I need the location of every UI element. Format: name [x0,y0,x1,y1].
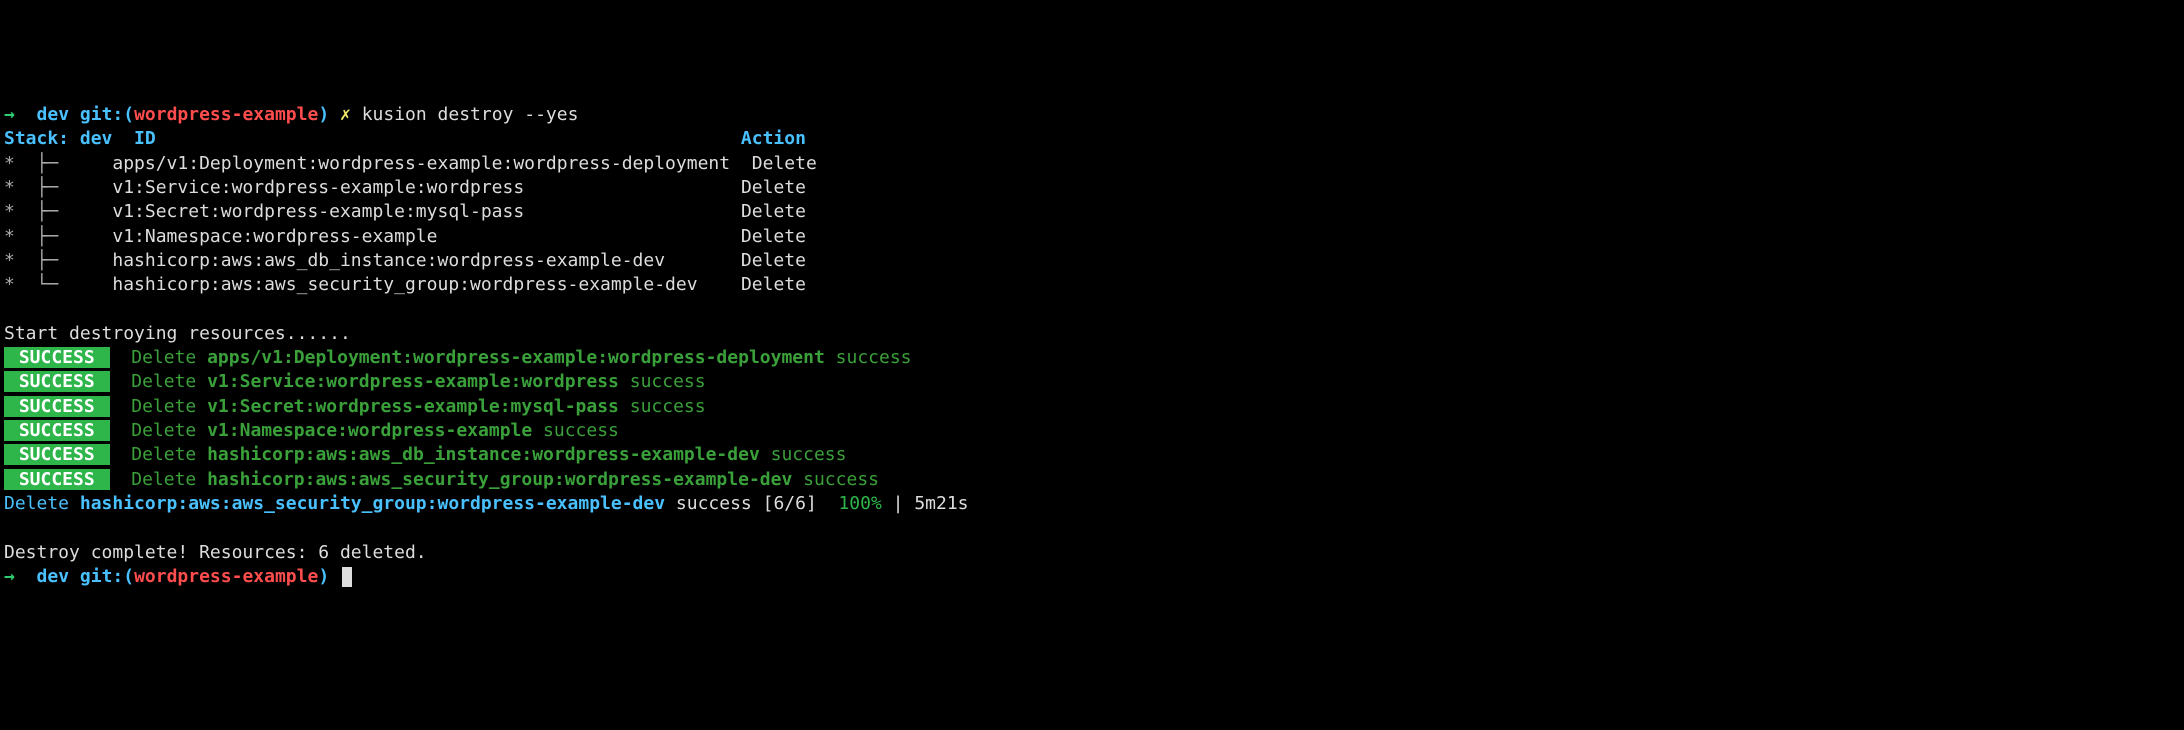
tree-marker: * ├─ [4,153,112,174]
prompt-arrow-icon: → [4,566,15,587]
status-badge: SUCCESS [4,371,110,392]
status-badge: SUCCESS [4,469,110,490]
result-resource: apps/v1:Deployment:wordpress-example:wor… [207,347,825,368]
tree-marker: * └─ [4,274,112,295]
resource-id: apps/v1:Deployment:wordpress-example:wor… [112,153,730,174]
resource-id: v1:Namespace:wordpress-example [112,226,437,247]
result-row: SUCCESS Delete apps/v1:Deployment:wordpr… [4,346,2180,370]
git-close: ) [318,566,329,587]
result-suffix: success [619,396,706,417]
plan-row: * ├─ hashicorp:aws:aws_db_instance:wordp… [4,249,2180,273]
summary-verb: Delete [4,493,80,514]
git-label: git:( [80,104,134,125]
git-branch: wordpress-example [134,104,318,125]
tree-marker: * ├─ [4,201,112,222]
result-verb: Delete [131,420,207,441]
status-badge: SUCCESS [4,444,110,465]
terminal-output: → dev git:(wordpress-example) ✗ kusion d… [4,103,2180,589]
cursor-icon [342,567,352,587]
shell-prompt[interactable]: → dev git:(wordpress-example) [4,565,2180,589]
result-suffix: success [760,444,847,465]
result-resource: hashicorp:aws:aws_security_group:wordpre… [207,469,792,490]
result-verb: Delete [131,469,207,490]
git-close: ) [318,104,329,125]
plan-action: Delete [741,274,806,295]
result-row: SUCCESS Delete hashicorp:aws:aws_securit… [4,468,2180,492]
result-row: SUCCESS Delete v1:Secret:wordpress-examp… [4,395,2180,419]
progress-line: Delete hashicorp:aws:aws_security_group:… [4,492,2180,516]
git-branch: wordpress-example [134,566,318,587]
plan-action: Delete [741,201,806,222]
plan-action: Delete [741,226,806,247]
plan-header: Stack: dev ID Action [4,127,2180,151]
result-verb: Delete [131,396,207,417]
status-badge: SUCCESS [4,396,110,417]
resource-id: hashicorp:aws:aws_security_group:wordpre… [112,274,697,295]
destroy-complete: Destroy complete! Resources: 6 deleted. [4,541,2180,565]
resource-id: hashicorp:aws:aws_db_instance:wordpress-… [112,250,665,271]
plan-header-action: Action [741,128,806,149]
destroy-complete-label: Destroy complete! Resources: 6 deleted. [4,542,427,563]
result-resource: hashicorp:aws:aws_db_instance:wordpress-… [207,444,760,465]
shell-prompt[interactable]: → dev git:(wordpress-example) ✗ kusion d… [4,103,2180,127]
result-suffix: success [532,420,619,441]
plan-row: * └─ hashicorp:aws:aws_security_group:wo… [4,273,2180,297]
plan-row: * ├─ v1:Secret:wordpress-example:mysql-p… [4,200,2180,224]
result-row: SUCCESS Delete hashicorp:aws:aws_db_inst… [4,443,2180,467]
progress-elapsed: | 5m21s [882,493,969,514]
resource-id: v1:Secret:wordpress-example:mysql-pass [112,201,524,222]
plan-action: Delete [741,177,806,198]
result-row: SUCCESS Delete v1:Service:wordpress-exam… [4,370,2180,394]
prompt-cwd: dev [37,566,70,587]
summary-resource: hashicorp:aws:aws_security_group:wordpre… [80,493,665,514]
result-suffix: success [792,469,879,490]
blank-line [4,298,2180,322]
command-text: kusion destroy --yes [362,104,579,125]
plan-row: * ├─ apps/v1:Deployment:wordpress-exampl… [4,152,2180,176]
tree-marker: * ├─ [4,177,112,198]
status-badge: SUCCESS [4,347,110,368]
plan-action: Delete [752,153,817,174]
start-destroying-label: Start destroying resources...... [4,323,351,344]
plan-row: * ├─ v1:Service:wordpress-example:wordpr… [4,176,2180,200]
status-badge: SUCCESS [4,420,110,441]
result-verb: Delete [131,347,207,368]
tree-marker: * ├─ [4,226,112,247]
plan-action: Delete [741,250,806,271]
dirty-flag-icon: ✗ [340,104,351,125]
result-resource: v1:Service:wordpress-example:wordpress [207,371,619,392]
summary-status: success [665,493,763,514]
progress-percent: 100% [838,493,881,514]
start-destroying: Start destroying resources...... [4,322,2180,346]
result-suffix: success [619,371,706,392]
resource-id: v1:Service:wordpress-example:wordpress [112,177,524,198]
result-verb: Delete [131,371,207,392]
plan-header-left: Stack: dev ID [4,128,741,149]
plan-row: * ├─ v1:Namespace:wordpress-example Dele… [4,225,2180,249]
git-label: git:( [80,566,134,587]
prompt-arrow-icon: → [4,104,15,125]
prompt-cwd: dev [37,104,70,125]
progress-counter: [6/6] [763,493,839,514]
result-row: SUCCESS Delete v1:Namespace:wordpress-ex… [4,419,2180,443]
result-resource: v1:Secret:wordpress-example:mysql-pass [207,396,619,417]
result-suffix: success [825,347,912,368]
result-resource: v1:Namespace:wordpress-example [207,420,532,441]
blank-line [4,516,2180,540]
tree-marker: * ├─ [4,250,112,271]
result-verb: Delete [131,444,207,465]
